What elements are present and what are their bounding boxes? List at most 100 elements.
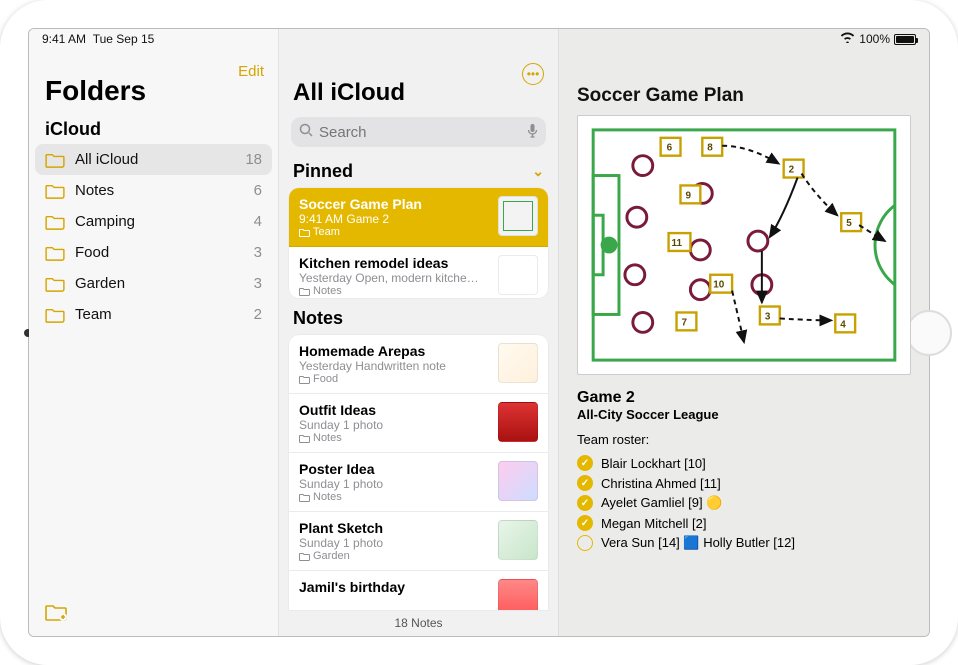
folder-count: 18 [245, 151, 262, 168]
note-item-folder: Notes [299, 432, 490, 444]
checkbox-icon[interactable] [577, 475, 593, 491]
folder-row[interactable]: Team2 [29, 299, 278, 330]
note-item-title: Kitchen remodel ideas [299, 255, 490, 271]
note-item[interactable]: Poster IdeaSunday 1 photoNotes [289, 453, 548, 512]
checkbox-icon[interactable] [577, 535, 593, 551]
folder-icon [45, 276, 65, 292]
folder-count: 3 [254, 275, 262, 292]
note-item[interactable]: Outfit IdeasSunday 1 photoNotes [289, 394, 548, 453]
note-item-thumbnail [498, 402, 538, 442]
folder-row[interactable]: Notes6 [29, 175, 278, 206]
roster-name: Blair Lockhart [10] [601, 456, 706, 471]
checkbox-icon[interactable] [577, 495, 593, 511]
note-item-title: Homemade Arepas [299, 343, 490, 359]
pinned-header: Pinned [293, 161, 353, 182]
note-item-subtitle: Yesterday Handwritten note [299, 359, 490, 373]
note-item-folder: Notes [299, 285, 490, 297]
note-item-thumbnail [498, 343, 538, 383]
folder-icon [299, 493, 310, 502]
roster-name: Vera Sun [14] 🟦 Holly Butler [12] [601, 535, 795, 551]
note-item-thumbnail [498, 520, 538, 560]
roster-item[interactable]: Vera Sun [14] 🟦 Holly Butler [12] [577, 533, 911, 553]
roster-name: Ayelet Gamliel [9] 🟡 [601, 495, 722, 511]
note-item[interactable]: Homemade ArepasYesterday Handwritten not… [289, 335, 548, 394]
folder-icon [45, 152, 65, 168]
note-item-title: Poster Idea [299, 461, 490, 477]
roster-item[interactable]: Blair Lockhart [10] [577, 453, 911, 473]
search-icon [299, 123, 313, 141]
note-item-folder: Garden [299, 550, 490, 562]
folder-row[interactable]: All iCloud18 [35, 144, 272, 175]
note-item-thumbnail [498, 461, 538, 501]
note-subtitle: Game 2 [577, 389, 911, 407]
note-title: Soccer Game Plan [577, 85, 911, 107]
note-item[interactable]: Kitchen remodel ideasYesterday Open, mod… [289, 247, 548, 298]
roster-name: Megan Mitchell [2] [601, 516, 707, 531]
folder-name: Garden [75, 275, 244, 292]
mic-icon[interactable] [527, 123, 538, 141]
svg-text:3: 3 [765, 311, 771, 322]
folder-row[interactable]: Garden 3 [29, 268, 278, 299]
list-title: All iCloud [279, 59, 558, 113]
folder-count: 3 [254, 244, 262, 261]
status-time: 9:41 AM [42, 32, 86, 46]
folder-count: 2 [254, 306, 262, 323]
search-field[interactable] [291, 117, 546, 147]
note-item-subtitle: Yesterday Open, modern kitche… [299, 271, 490, 285]
note-item-title: Soccer Game Plan [299, 196, 490, 212]
folders-sidebar: Edit Folders iCloud All iCloud18Notes6Ca… [29, 29, 279, 636]
checkbox-icon[interactable] [577, 455, 593, 471]
note-item-folder: Notes [299, 491, 490, 503]
home-button[interactable] [906, 310, 952, 356]
note-item-title: Outfit Ideas [299, 402, 490, 418]
folder-icon [45, 307, 65, 323]
battery-icon [894, 34, 916, 45]
note-item[interactable]: Jamil's birthday [289, 571, 548, 610]
folder-row[interactable]: Food 3 [29, 237, 278, 268]
note-subtitle2: All-City Soccer League [577, 407, 911, 422]
svg-text:4: 4 [840, 319, 846, 330]
note-detail: Soccer Game Plan [559, 29, 929, 636]
checkbox-icon[interactable] [577, 515, 593, 531]
folder-count: 4 [254, 213, 262, 230]
note-sketch[interactable]: 6 8 2 9 5 11 10 7 3 4 [577, 115, 911, 375]
notes-header: Notes [293, 308, 343, 329]
folder-name: Notes [75, 182, 244, 199]
roster-item[interactable]: Christina Ahmed [11] [577, 473, 911, 493]
folder-name: Food [75, 244, 244, 261]
status-bar: 9:41 AM Tue Sep 15 100% [28, 28, 930, 48]
search-input[interactable] [319, 124, 521, 141]
roster-item[interactable]: Ayelet Gamliel [9] 🟡 [577, 493, 911, 513]
svg-text:5: 5 [846, 218, 852, 229]
chevron-down-icon[interactable]: ⌄ [532, 163, 544, 180]
svg-text:11: 11 [672, 238, 683, 249]
more-button[interactable]: ••• [522, 63, 544, 85]
svg-text:10: 10 [713, 280, 725, 291]
svg-text:7: 7 [681, 317, 687, 328]
note-item-subtitle: Sunday 1 photo [299, 536, 490, 550]
note-item-folder: Food [299, 373, 490, 385]
note-item[interactable]: Plant SketchSunday 1 photoGarden [289, 512, 548, 571]
edit-button[interactable]: Edit [238, 63, 264, 80]
roster-label: Team roster: [577, 432, 911, 447]
note-item-thumbnail [498, 196, 538, 236]
folder-icon [299, 228, 310, 237]
folder-icon [45, 245, 65, 261]
folder-icon [299, 434, 310, 443]
note-item-subtitle: Sunday 1 photo [299, 477, 490, 491]
note-item-title: Jamil's birthday [299, 579, 490, 595]
folder-row[interactable]: Camping 4 [29, 206, 278, 237]
folder-icon [45, 183, 65, 199]
notes-list-column: ••• All iCloud Pinned ⌄ Soccer Game Plan… [279, 29, 559, 636]
folder-icon [299, 375, 310, 384]
note-item[interactable]: Soccer Game Plan9:41 AM Game 2Team [289, 188, 548, 247]
note-item-title: Plant Sketch [299, 520, 490, 536]
folder-icon [299, 552, 310, 561]
note-item-subtitle: Sunday 1 photo [299, 418, 490, 432]
roster-item[interactable]: Megan Mitchell [2] [577, 513, 911, 533]
folder-name: Camping [75, 213, 244, 230]
new-folder-button[interactable] [45, 605, 67, 625]
folder-icon [299, 287, 310, 296]
list-footer: 18 Notes [279, 610, 558, 636]
folders-section-icloud: iCloud [29, 113, 278, 144]
